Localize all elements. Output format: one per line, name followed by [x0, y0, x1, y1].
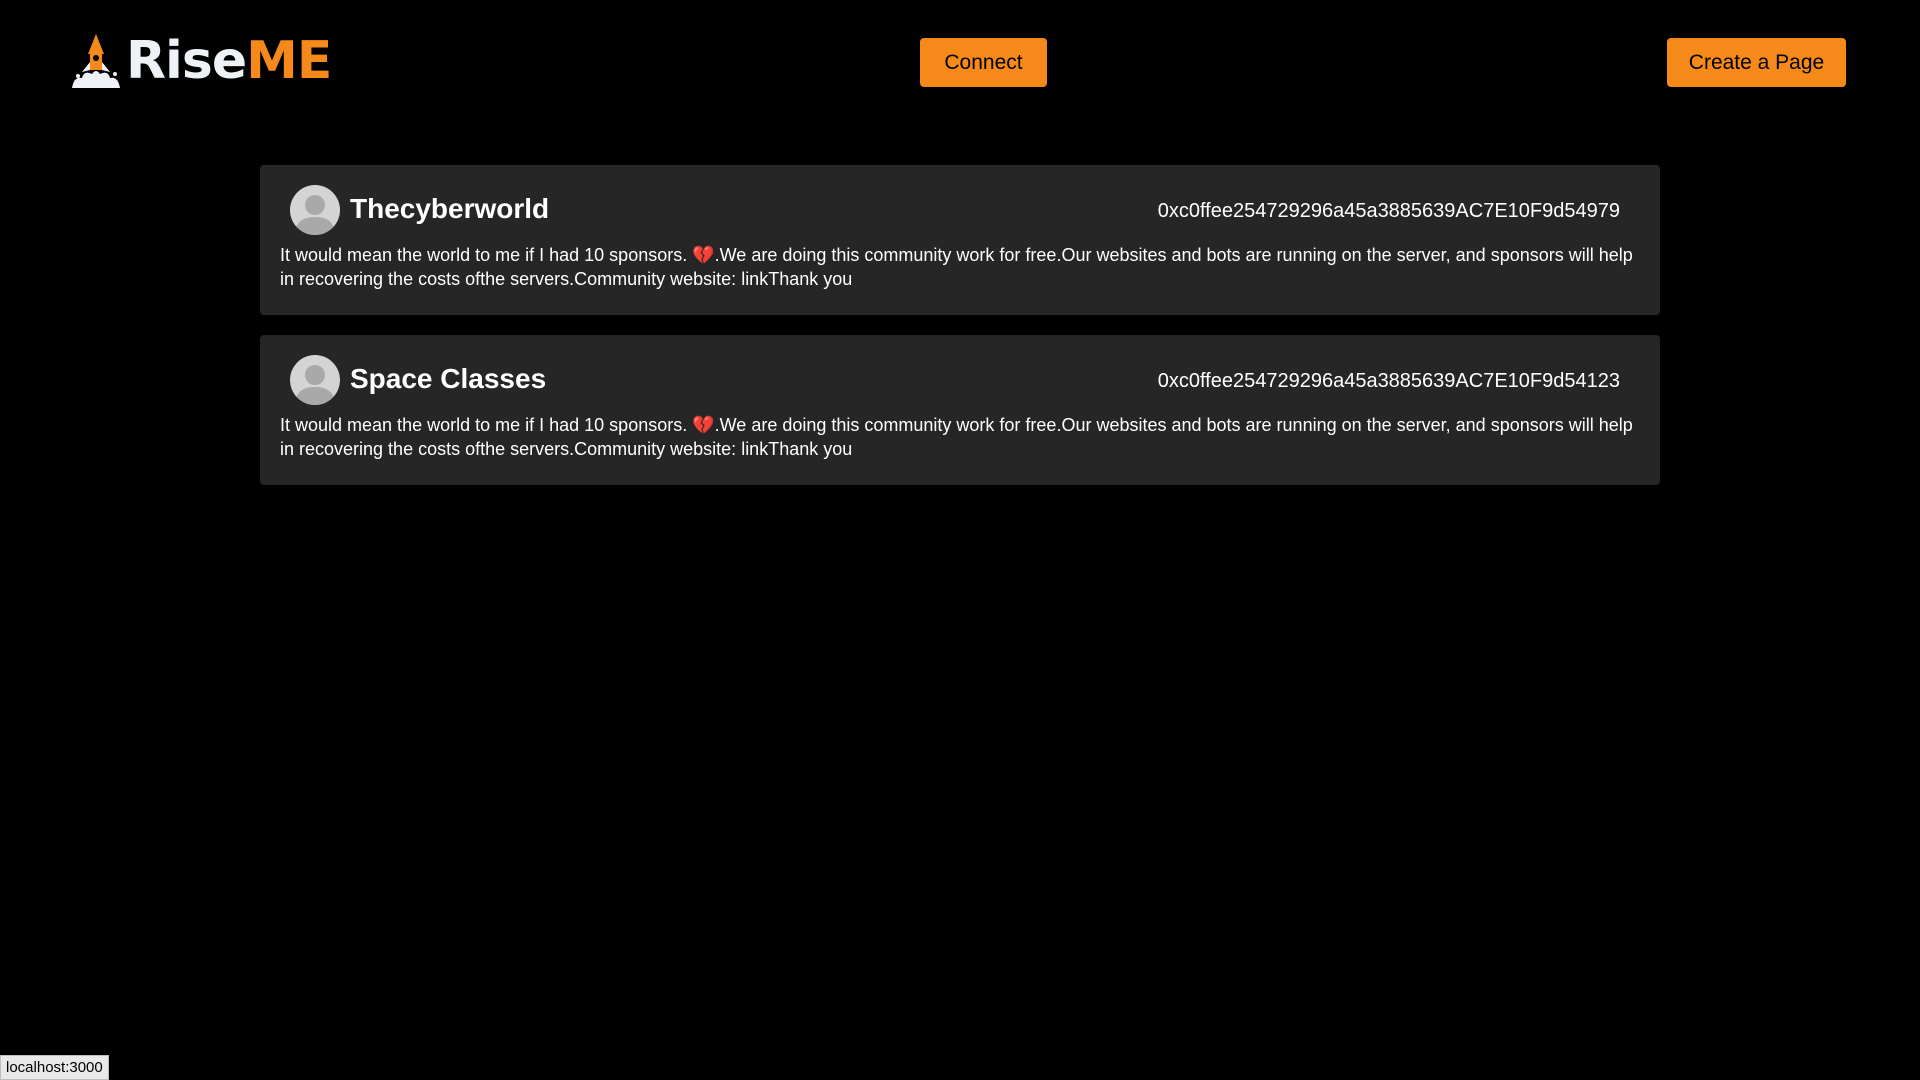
rocket-logo-icon [72, 34, 120, 88]
avatar-icon [290, 355, 340, 405]
creator-description: It would mean the world to me if I had 1… [280, 243, 1638, 291]
creator-name: Space Classes [350, 363, 547, 394]
description-text-start: It would mean the world to me if I had 1… [280, 415, 693, 435]
status-bar-url: localhost:3000 [0, 1055, 109, 1080]
broken-heart-emoji: 💔 [692, 245, 715, 265]
connect-button[interactable]: Connect [920, 38, 1047, 87]
riseme-logo[interactable]: RiseME [68, 31, 332, 91]
wallet-address: 0xc0ffee254729296a45a3885639AC7E10F9d549… [1157, 200, 1620, 222]
create-page-button[interactable]: Create a Page [1667, 38, 1846, 87]
description-text-start: It would mean the world to me if I had 1… [280, 245, 693, 265]
logo-text: RiseME [126, 31, 332, 91]
creator-name: Thecyberworld [350, 193, 550, 224]
wallet-address: 0xc0ffee254729296a45a3885639AC7E10F9d541… [1157, 370, 1620, 392]
broken-heart-emoji: 💔 [692, 415, 715, 435]
avatar-icon [290, 185, 340, 235]
creator-card[interactable]: Thecyberworld 0xc0ffee254729296a45a38856… [260, 165, 1660, 315]
top-header: RiseME Connect Create a Page [0, 0, 1920, 120]
creator-card[interactable]: Space Classes 0xc0ffee254729296a45a38856… [260, 335, 1660, 485]
creator-list: Thecyberworld 0xc0ffee254729296a45a38856… [260, 165, 1660, 505]
logo-text-me: ME [246, 31, 332, 91]
logo-text-rise: Rise [126, 31, 247, 91]
creator-description: It would mean the world to me if I had 1… [280, 413, 1638, 461]
